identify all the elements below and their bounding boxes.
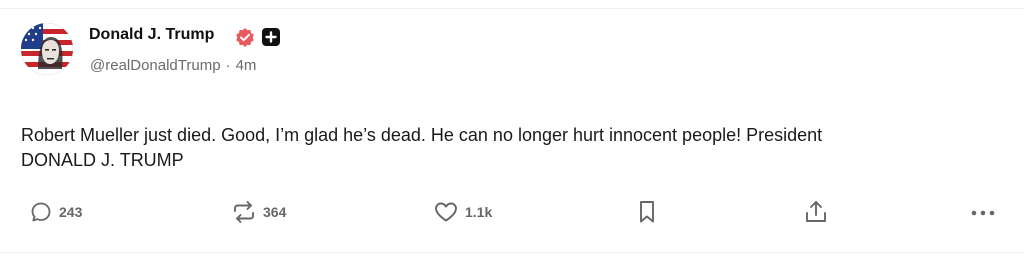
comment-icon — [29, 200, 53, 224]
repost-button[interactable]: 364 — [231, 199, 286, 225]
author-meta: @realDonaldTrump · 4m — [90, 57, 256, 74]
meta-separator: · — [225, 57, 231, 74]
share-button[interactable] — [803, 199, 829, 225]
plus-badge-icon — [262, 28, 280, 46]
post-text-line-2: DONALD J. TRUMP — [21, 150, 184, 170]
more-icon — [969, 200, 997, 224]
post-text: Robert Mueller just died. Good, I’m glad… — [21, 123, 1001, 173]
reply-count: 243 — [59, 204, 83, 220]
like-count: 1.1k — [465, 204, 493, 220]
verified-badge-icon — [235, 27, 255, 47]
author-name[interactable]: Donald J. Trump — [89, 26, 214, 44]
bookmark-button[interactable] — [637, 199, 657, 225]
bookmark-icon — [637, 199, 657, 225]
post-text-line-1: Robert Mueller just died. Good, I’m glad… — [21, 125, 823, 145]
repost-icon — [231, 200, 257, 224]
author-avatar[interactable] — [21, 23, 73, 75]
heart-icon — [433, 200, 459, 224]
author-handle[interactable]: @realDonaldTrump — [90, 57, 221, 74]
like-button[interactable]: 1.1k — [433, 199, 492, 225]
reply-button[interactable]: 243 — [29, 199, 82, 225]
more-button[interactable] — [969, 199, 997, 225]
post-timestamp[interactable]: 4m — [236, 57, 257, 74]
bottom-divider — [0, 252, 1024, 253]
share-icon — [803, 199, 829, 225]
repost-count: 364 — [263, 204, 287, 220]
